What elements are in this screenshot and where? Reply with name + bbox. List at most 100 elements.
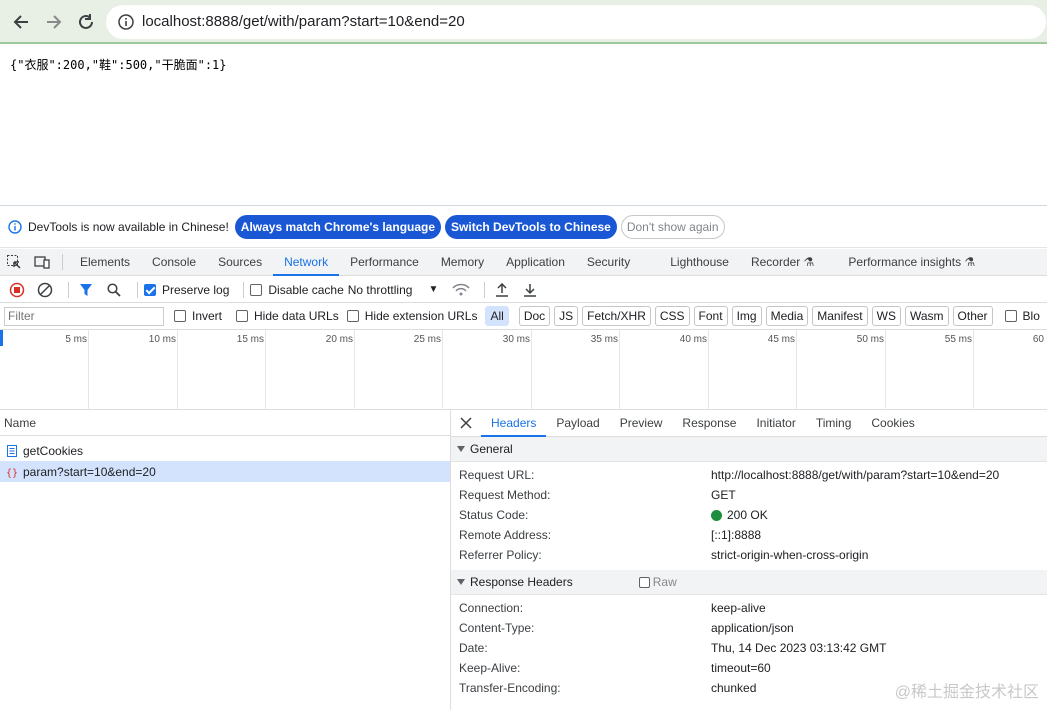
filter-type-doc[interactable]: Doc bbox=[518, 306, 551, 326]
header-row: Request URL: http://localhost:8888/get/wi… bbox=[451, 465, 1047, 485]
hide-data-urls-box[interactable] bbox=[236, 310, 249, 322]
dont-show-again-button[interactable]: Don't show again bbox=[620, 214, 725, 239]
filter-type-manifest[interactable]: Manifest bbox=[812, 306, 868, 326]
devtools-tabbar: Elements Console Sources Network Perform… bbox=[0, 249, 1047, 276]
import-har-icon[interactable] bbox=[491, 279, 513, 301]
header-value: http://localhost:8888/get/with/param?sta… bbox=[711, 468, 1000, 482]
tab-network[interactable]: Network bbox=[273, 249, 340, 276]
hide-extension-urls-box[interactable] bbox=[346, 310, 359, 322]
header-row: Date: Thu, 14 Dec 2023 03:13:42 GMT bbox=[451, 638, 1047, 658]
header-row: Keep-Alive: timeout=60 bbox=[451, 658, 1047, 678]
switch-to-chinese-button[interactable]: Switch DevTools to Chinese bbox=[445, 214, 617, 239]
tab-lighthouse[interactable]: Lighthouse bbox=[659, 249, 740, 276]
request-row-selected[interactable]: {} param?start=10&end=20 bbox=[0, 461, 450, 482]
column-header-name[interactable]: Name bbox=[0, 410, 450, 436]
header-value: GET bbox=[711, 488, 736, 502]
blocked-requests-checkbox[interactable]: Blo bbox=[1004, 309, 1040, 323]
back-arrow-icon[interactable] bbox=[9, 10, 33, 34]
document-icon bbox=[6, 444, 18, 457]
network-conditions-icon[interactable] bbox=[450, 279, 472, 301]
tab-security[interactable]: Security bbox=[576, 249, 641, 276]
filter-type-js[interactable]: JS bbox=[554, 306, 579, 326]
filter-type-ws[interactable]: WS bbox=[871, 306, 901, 326]
disable-cache-checkbox[interactable]: Disable cache bbox=[250, 283, 344, 297]
filter-funnel-icon[interactable] bbox=[75, 279, 97, 301]
tab-console[interactable]: Console bbox=[141, 249, 207, 276]
header-key: Transfer-Encoding: bbox=[459, 681, 561, 695]
preserve-log-checkbox[interactable]: Preserve log bbox=[144, 283, 229, 297]
clear-icon[interactable] bbox=[34, 279, 56, 301]
tab-response[interactable]: Response bbox=[672, 410, 746, 437]
header-key: Remote Address: bbox=[459, 528, 552, 542]
response-headers-section-header[interactable]: Response Headers Raw bbox=[451, 570, 1047, 595]
tab-sources[interactable]: Sources bbox=[207, 249, 273, 276]
search-icon[interactable] bbox=[103, 279, 125, 301]
blocked-requests-box[interactable] bbox=[1004, 310, 1017, 322]
close-icon[interactable] bbox=[451, 417, 481, 429]
always-match-language-button[interactable]: Always match Chrome's language bbox=[234, 214, 442, 239]
filter-type-img[interactable]: Img bbox=[731, 306, 762, 326]
infobar-message: DevTools is now available in Chinese! bbox=[28, 219, 229, 234]
network-overview-timeline[interactable]: 5 ms 10 ms 15 ms 20 ms 25 ms 30 ms 35 ms… bbox=[0, 330, 1047, 410]
header-key: Connection: bbox=[459, 601, 524, 615]
hide-data-urls-checkbox[interactable]: Hide data URLs bbox=[236, 309, 339, 323]
timeline-tick: 55 ms bbox=[945, 330, 974, 410]
filter-type-other[interactable]: Other bbox=[952, 306, 993, 326]
details-tabbar: Headers Payload Preview Response Initiat… bbox=[451, 410, 1047, 437]
filter-type-all[interactable]: All bbox=[485, 306, 509, 326]
tab-recorder[interactable]: Recorder ⚗ bbox=[740, 249, 825, 276]
filter-type-fetch-xhr[interactable]: Fetch/XHR bbox=[582, 306, 651, 326]
header-row: Status Code: 200 OK bbox=[451, 505, 1047, 525]
raw-box[interactable] bbox=[638, 576, 650, 588]
forward-arrow-icon[interactable] bbox=[42, 10, 66, 34]
inspect-element-icon[interactable] bbox=[0, 249, 28, 276]
filter-type-font[interactable]: Font bbox=[693, 306, 728, 326]
header-row: Referrer Policy: strict-origin-when-cross… bbox=[451, 545, 1047, 565]
raw-label: Raw bbox=[652, 575, 677, 589]
tab-performance[interactable]: Performance bbox=[339, 249, 430, 276]
device-toggle-icon[interactable] bbox=[28, 249, 56, 276]
tab-memory[interactable]: Memory bbox=[430, 249, 495, 276]
address-bar[interactable]: localhost:8888/get/with/param?start=10&e… bbox=[106, 5, 1046, 39]
record-stop-icon[interactable] bbox=[6, 279, 28, 301]
tab-application[interactable]: Application bbox=[495, 249, 576, 276]
tab-payload[interactable]: Payload bbox=[546, 410, 609, 437]
timeline-marker bbox=[0, 330, 3, 346]
devtools-panel: DevTools is now available in Chinese! Al… bbox=[0, 205, 1047, 710]
request-row[interactable]: getCookies bbox=[0, 440, 450, 461]
preserve-log-box[interactable] bbox=[144, 283, 156, 296]
tab-timing[interactable]: Timing bbox=[806, 410, 862, 437]
site-info-icon[interactable] bbox=[118, 14, 134, 33]
timeline-tick-label: 10 ms bbox=[148, 334, 176, 345]
hide-extension-urls-checkbox[interactable]: Hide extension URLs bbox=[346, 309, 477, 323]
tab-elements[interactable]: Elements bbox=[69, 249, 141, 276]
raw-checkbox[interactable]: Raw bbox=[638, 575, 677, 589]
filter-type-css[interactable]: CSS bbox=[654, 306, 690, 326]
filter-type-wasm[interactable]: Wasm bbox=[904, 306, 949, 326]
tab-cookies[interactable]: Cookies bbox=[861, 410, 924, 437]
filter-type-media[interactable]: Media bbox=[765, 306, 809, 326]
general-section-header[interactable]: General bbox=[451, 437, 1047, 462]
export-har-icon[interactable] bbox=[519, 279, 541, 301]
timeline-tick-label: 15 ms bbox=[236, 334, 264, 345]
timeline-tick-label: 30 ms bbox=[502, 334, 530, 345]
request-details: Headers Payload Preview Response Initiat… bbox=[451, 410, 1047, 710]
header-row: Request Method: GET bbox=[451, 485, 1047, 505]
disable-cache-box[interactable] bbox=[250, 283, 263, 296]
reload-icon[interactable] bbox=[74, 10, 98, 34]
invert-checkbox[interactable]: Invert bbox=[174, 309, 222, 323]
blocked-requests-label: Blo bbox=[1022, 309, 1040, 323]
timeline-tick-label: 60 bbox=[1032, 334, 1044, 345]
tab-preview[interactable]: Preview bbox=[610, 410, 673, 437]
filter-input[interactable] bbox=[4, 306, 164, 326]
tab-performance-insights[interactable]: Performance insights ⚗ bbox=[837, 249, 986, 276]
throttling-select[interactable]: No throttling ▼ bbox=[348, 283, 439, 297]
timeline-tick-label: 40 ms bbox=[679, 334, 707, 345]
timeline-tick: 30 ms bbox=[503, 330, 532, 410]
tab-headers[interactable]: Headers bbox=[481, 410, 547, 437]
url-text[interactable]: localhost:8888/get/with/param?start=10&e… bbox=[142, 13, 465, 30]
header-key: Status Code: bbox=[459, 508, 529, 522]
invert-box[interactable] bbox=[174, 310, 186, 322]
tab-initiator[interactable]: Initiator bbox=[746, 410, 805, 437]
invert-label: Invert bbox=[192, 309, 223, 323]
